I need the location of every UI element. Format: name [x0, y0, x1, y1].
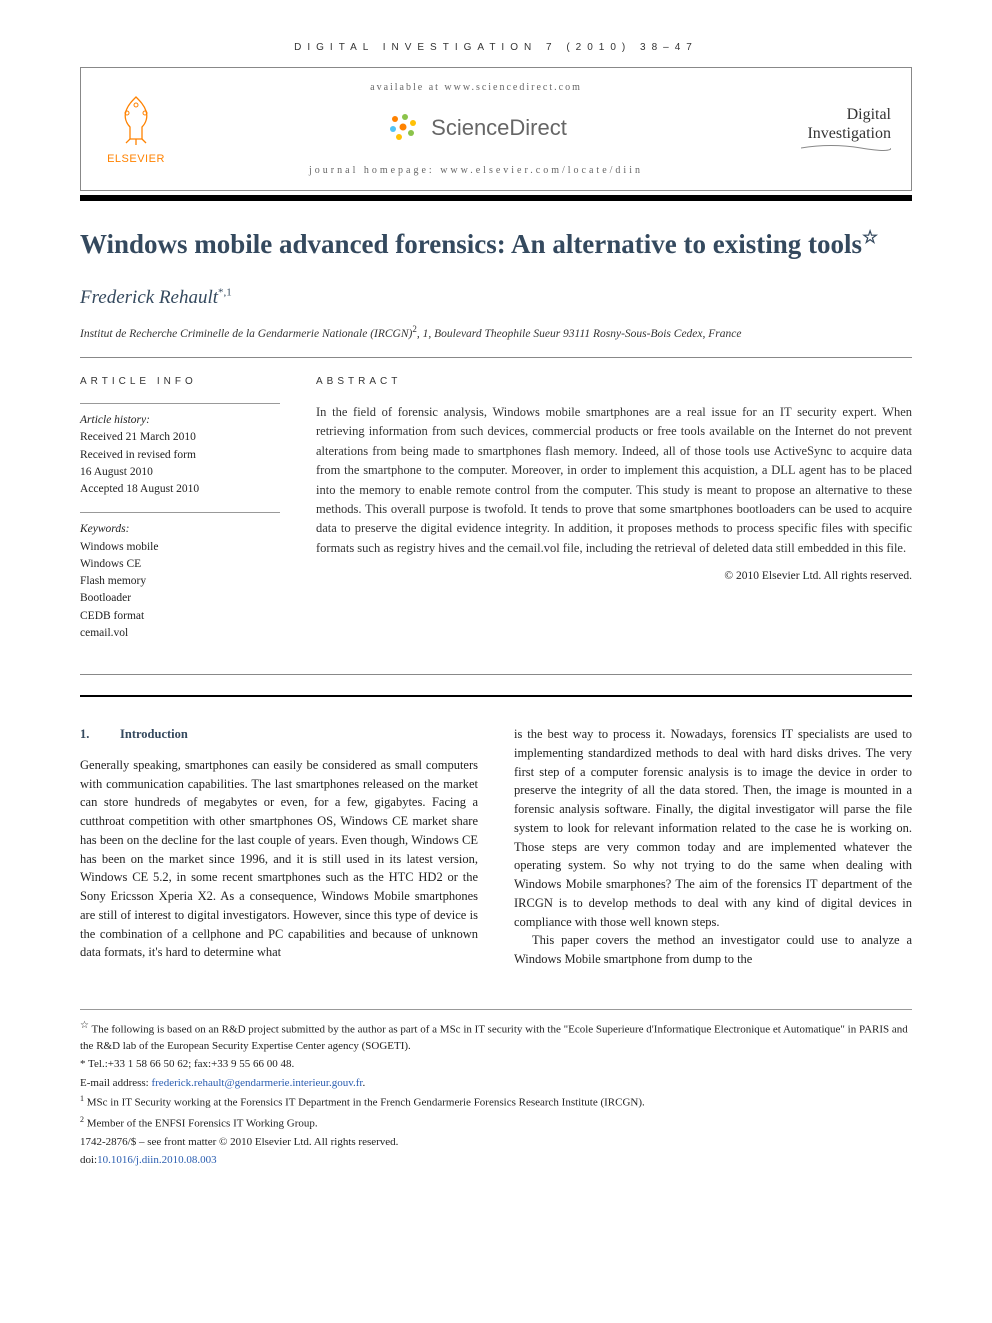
history-received: Received 21 March 2010 — [80, 429, 280, 446]
keywords-block: Keywords: Windows mobile Windows CE Flas… — [80, 512, 280, 642]
footnotes: ☆ The following is based on an R&D proje… — [80, 1009, 912, 1169]
history-revised-line2: 16 August 2010 — [80, 464, 280, 481]
article-info-column: ARTICLE INFO Article history: Received 2… — [80, 374, 280, 656]
elsevier-tree-icon — [108, 91, 164, 147]
history-accepted: Accepted 18 August 2010 — [80, 481, 280, 498]
author-marks: *,1 — [218, 287, 232, 299]
keyword: Windows mobile — [80, 539, 280, 556]
history-label: Article history: — [80, 412, 280, 429]
sciencedirect-logo: ScienceDirect — [171, 109, 781, 145]
keywords-label: Keywords: — [80, 521, 280, 538]
section-heading-introduction: 1.Introduction — [80, 725, 478, 744]
masthead-box: ELSEVIER available at www.sciencedirect.… — [80, 67, 912, 191]
journal-cover-title: Digital Investigation — [781, 105, 891, 153]
journal-homepage: journal homepage: www.elsevier.com/locat… — [171, 163, 781, 178]
sciencedirect-icon — [385, 109, 421, 145]
abstract-copyright: © 2010 Elsevier Ltd. All rights reserved… — [316, 568, 912, 585]
article-info-heading: ARTICLE INFO — [80, 374, 280, 389]
keyword: cemail.vol — [80, 625, 280, 642]
history-revised-line1: Received in revised form — [80, 447, 280, 464]
elsevier-logo: ELSEVIER — [101, 91, 171, 168]
journal-running-head: DIGITAL INVESTIGATION 7 (2010) 38–47 — [80, 40, 912, 55]
body-paragraph: is the best way to process it. Nowadays,… — [514, 725, 912, 931]
article-title: Windows mobile advanced forensics: An al… — [80, 225, 912, 262]
abstract-column: ABSTRACT In the field of forensic analys… — [316, 374, 912, 656]
masthead-center: available at www.sciencedirect.com Scien… — [171, 80, 781, 178]
body-column-right: is the best way to process it. Nowadays,… — [514, 725, 912, 969]
black-divider-bar — [80, 195, 912, 201]
footnote-star: ☆ The following is based on an R&D proje… — [80, 1018, 912, 1055]
sciencedirect-text: ScienceDirect — [431, 111, 567, 144]
thick-rule — [80, 695, 912, 697]
footnote-1: 1 MSc in IT Security working at the Fore… — [80, 1093, 912, 1111]
abstract-text: In the field of forensic analysis, Windo… — [316, 403, 912, 558]
body-paragraph: This paper covers the method an investig… — [514, 931, 912, 969]
body-columns: 1.Introduction Generally speaking, smart… — [80, 725, 912, 969]
keyword: Flash memory — [80, 573, 280, 590]
article-history: Article history: Received 21 March 2010 … — [80, 403, 280, 498]
abstract-heading: ABSTRACT — [316, 374, 912, 389]
star-icon: ☆ — [80, 1020, 89, 1031]
body-paragraph: Generally speaking, smartphones can easi… — [80, 756, 478, 962]
body-column-left: 1.Introduction Generally speaking, smart… — [80, 725, 478, 969]
keyword: Bootloader — [80, 590, 280, 607]
keyword: Windows CE — [80, 556, 280, 573]
rule — [80, 357, 912, 358]
rule — [80, 674, 912, 675]
footnote-2: 2 Member of the ENFSI Forensics IT Worki… — [80, 1114, 912, 1132]
footnote-issn: 1742-2876/$ – see front matter © 2010 El… — [80, 1134, 912, 1151]
footnote-tel: * Tel.:+33 1 58 66 50 62; fax:+33 9 55 6… — [80, 1056, 912, 1073]
affiliation: Institut de Recherche Criminelle de la G… — [80, 323, 912, 343]
doi-link[interactable]: 10.1016/j.diin.2010.08.003 — [97, 1154, 216, 1166]
footnote-email: E-mail address: frederick.rehault@gendar… — [80, 1075, 912, 1092]
available-at-text: available at www.sciencedirect.com — [171, 80, 781, 95]
footnote-doi: doi:10.1016/j.diin.2010.08.003 — [80, 1152, 912, 1169]
elsevier-name: ELSEVIER — [101, 151, 171, 168]
info-abstract-row: ARTICLE INFO Article history: Received 2… — [80, 374, 912, 656]
email-link[interactable]: frederick.rehault@gendarmerie.interieur.… — [151, 1077, 362, 1089]
authors: Frederick Rehault*,1 — [80, 284, 912, 313]
title-footnote-star-icon: ☆ — [862, 227, 878, 247]
keyword: CEDB format — [80, 608, 280, 625]
